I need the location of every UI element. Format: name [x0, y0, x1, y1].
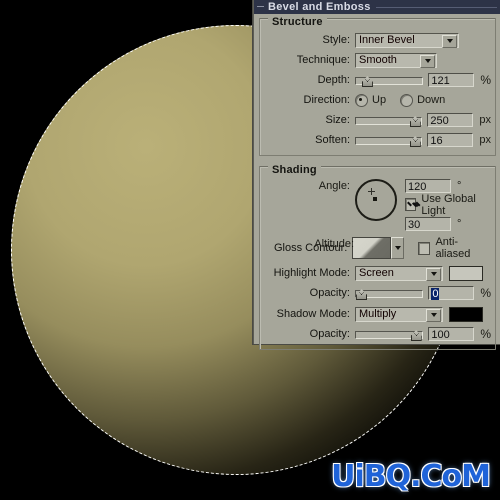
direction-label: Direction:	[303, 94, 350, 106]
structure-group: Structure Style: Inner Bevel Technique: …	[259, 16, 496, 156]
chevron-down-icon[interactable]	[420, 54, 435, 68]
size-slider[interactable]	[355, 113, 423, 127]
use-global-light-checkbox[interactable]: Use Global Light	[405, 193, 491, 217]
size-label: Size:	[325, 114, 350, 126]
use-global-light-label: Use Global Light	[421, 192, 476, 217]
highlight-mode-dropdown[interactable]: Screen	[355, 265, 443, 281]
angle-input[interactable]: 120	[405, 178, 451, 193]
size-row: Size: 250 px	[264, 111, 491, 129]
style-value: Inner Bevel	[359, 34, 415, 46]
highlight-mode-row: Highlight Mode: Screen	[264, 264, 491, 282]
style-dropdown[interactable]: Inner Bevel	[355, 32, 459, 48]
depth-row: Depth: 121 %	[264, 71, 491, 89]
altitude-label: Altitude:	[314, 238, 354, 250]
technique-row: Technique: Smooth	[264, 51, 491, 69]
anti-aliased-label: Anti-aliased	[435, 236, 471, 260]
altitude-unit: °	[457, 217, 462, 230]
angle-label: Angle:	[318, 180, 350, 192]
depth-label: Depth:	[317, 74, 350, 86]
highlight-mode-value: Screen	[359, 267, 394, 279]
shadow-opacity-input[interactable]: 100	[428, 327, 475, 341]
angle-center-dot	[373, 197, 377, 201]
depth-unit: %	[480, 73, 491, 87]
chevron-down-icon[interactable]	[426, 308, 441, 322]
shading-group-frame: Angle: 120 ° Use Global Light 30 ° Altit…	[259, 166, 496, 350]
titlebar-dash	[257, 6, 264, 7]
titlebar-rule	[376, 7, 497, 8]
angle-dial[interactable]	[355, 179, 397, 221]
technique-dropdown[interactable]: Smooth	[355, 52, 437, 68]
soften-slider[interactable]	[355, 133, 423, 147]
highlight-mode-label: Highlight Mode:	[273, 267, 350, 279]
shadow-mode-row: Shadow Mode: Multiply	[264, 305, 491, 323]
direction-row: Direction: Up Down	[264, 91, 491, 109]
chevron-down-icon[interactable]	[391, 237, 404, 259]
shading-group: Shading Angle: 120 ° Use Global Light 30…	[259, 164, 496, 350]
anti-aliased-checkbox[interactable]: Anti-aliased	[417, 236, 491, 260]
panel-titlebar: Bevel and Emboss	[254, 0, 500, 14]
style-row: Style: Inner Bevel	[264, 31, 491, 49]
highlight-opacity-input[interactable]: 0	[428, 286, 475, 300]
direction-up-label: Up	[372, 94, 387, 106]
structure-group-title: Structure	[268, 16, 327, 28]
angle-unit: °	[457, 179, 462, 192]
panel-title: Bevel and Emboss	[268, 1, 371, 13]
direction-down-label: Down	[417, 94, 446, 106]
technique-value: Smooth	[359, 54, 397, 66]
shading-group-title: Shading	[268, 164, 321, 176]
checkbox-icon	[405, 198, 417, 211]
bevel-and-emboss-panel[interactable]: Bevel and Emboss Structure Style: Inner …	[253, 0, 500, 350]
shadow-color-swatch[interactable]	[449, 306, 483, 322]
altitude-input[interactable]: 30	[405, 216, 451, 231]
shadow-opacity-slider[interactable]	[355, 327, 424, 341]
soften-row: Soften: 16 px	[264, 131, 491, 149]
highlight-opacity-label: Opacity:	[309, 287, 350, 299]
technique-label: Technique:	[296, 54, 350, 66]
site-watermark: UiBQ.CoM	[331, 459, 491, 494]
shadow-opacity-unit: %	[480, 327, 491, 341]
highlight-color-swatch[interactable]	[449, 265, 483, 281]
size-input[interactable]: 250	[427, 113, 474, 127]
depth-slider[interactable]	[355, 73, 424, 87]
radio-icon	[355, 93, 368, 107]
highlight-opacity-unit: %	[480, 286, 491, 300]
shadow-mode-value: Multiply	[359, 308, 397, 320]
shadow-opacity-row: Opacity: 100 %	[264, 325, 491, 343]
shadow-mode-label: Shadow Mode:	[276, 308, 350, 320]
shadow-opacity-label: Opacity:	[309, 328, 350, 340]
shadow-mode-dropdown[interactable]: Multiply	[355, 306, 443, 322]
highlight-opacity-row: Opacity: 0 %	[264, 284, 491, 302]
direction-radio-up[interactable]: Up	[355, 93, 387, 107]
angle-marker-icon	[368, 188, 375, 195]
chevron-down-icon[interactable]	[426, 267, 441, 281]
gloss-contour-preview[interactable]	[352, 237, 392, 259]
highlight-opacity-value: 0	[431, 288, 440, 300]
chevron-down-icon[interactable]	[442, 34, 457, 48]
soften-label: Soften:	[315, 134, 350, 146]
checkbox-icon	[417, 241, 431, 255]
depth-input[interactable]: 121	[428, 73, 475, 87]
direction-radio-down[interactable]: Down	[400, 93, 446, 107]
structure-group-frame: Style: Inner Bevel Technique: Smooth Dep…	[259, 18, 496, 156]
soften-unit: px	[479, 134, 491, 146]
radio-icon	[400, 93, 414, 107]
size-unit: px	[479, 114, 491, 126]
soften-input[interactable]: 16	[427, 133, 474, 147]
highlight-opacity-slider[interactable]	[355, 286, 424, 300]
style-label: Style:	[322, 34, 350, 46]
